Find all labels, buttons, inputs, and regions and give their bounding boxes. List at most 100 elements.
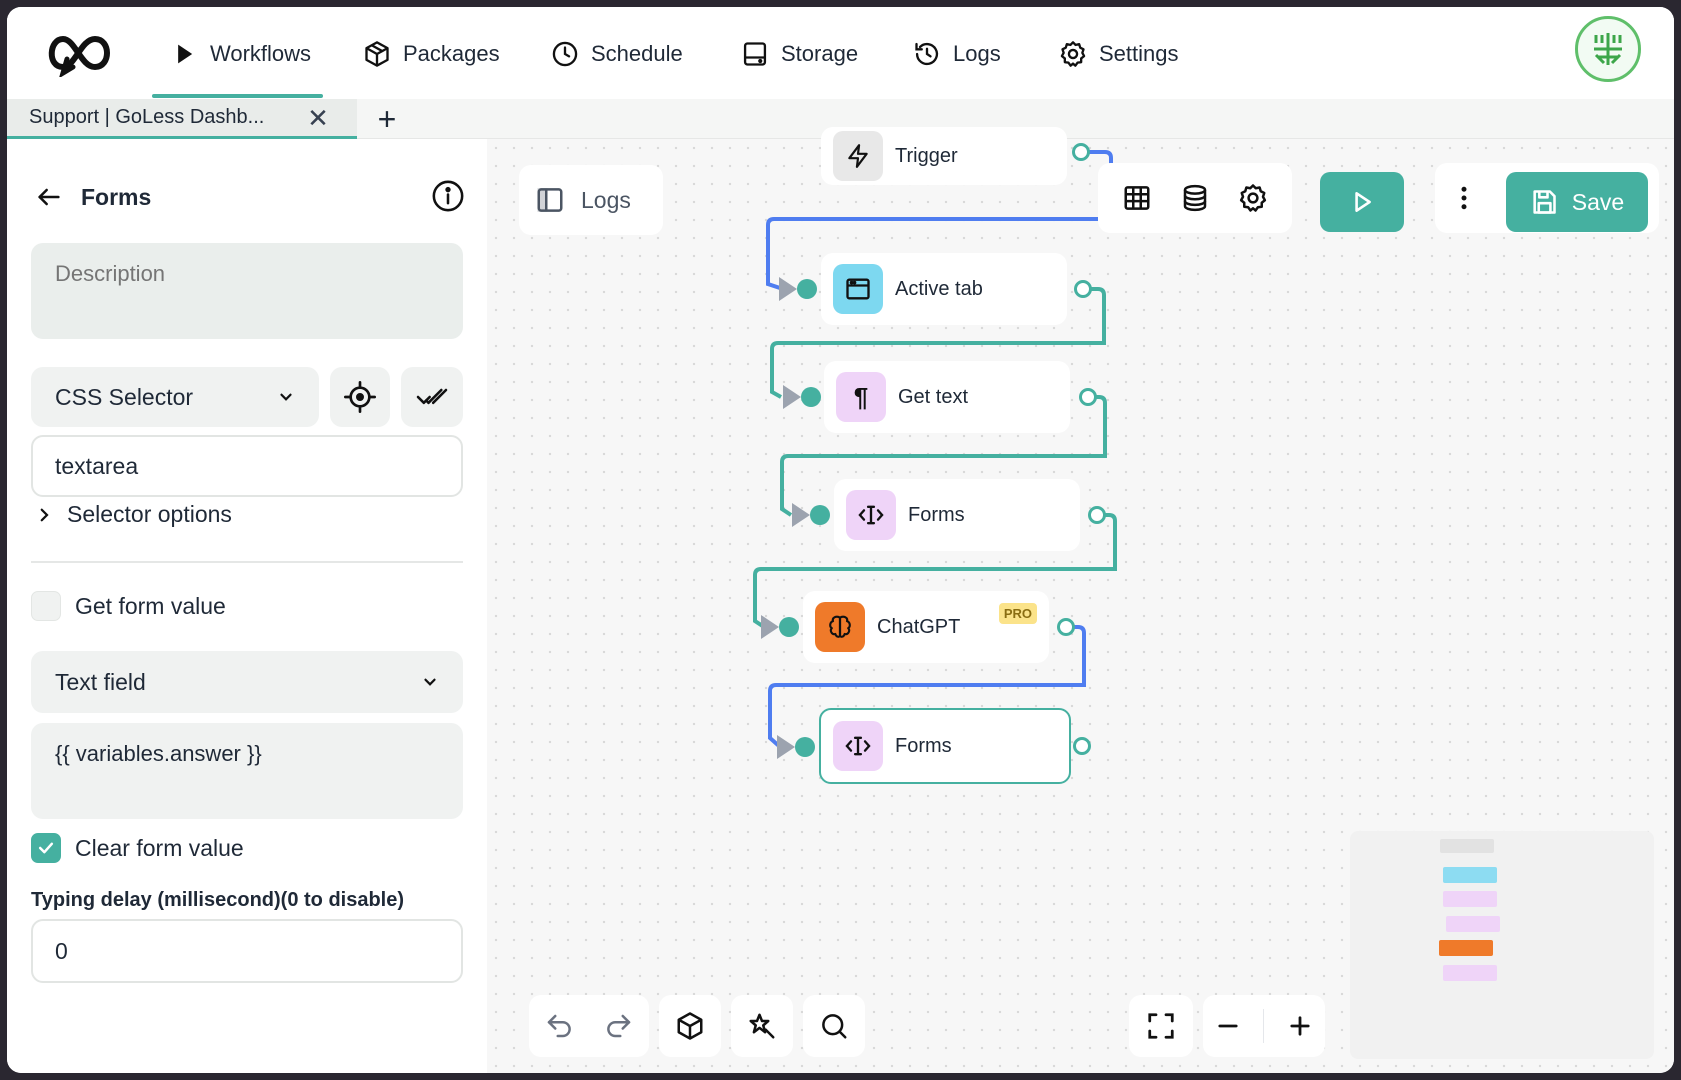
- browser-window-icon: [846, 278, 870, 300]
- app-window: Workflows Packages Schedule Storage Logs…: [7, 7, 1674, 1073]
- trigger-node-icon: [833, 131, 883, 181]
- logs-toggle-label: Logs: [581, 186, 631, 213]
- node-get-text[interactable]: ¶ Get text: [824, 361, 1070, 433]
- gear-icon: [1060, 41, 1086, 67]
- storage-icon: [743, 42, 767, 66]
- info-icon[interactable]: [431, 179, 465, 213]
- minimap-node-active-tab: [1443, 867, 1497, 883]
- add-tab-button[interactable]: +: [369, 101, 405, 137]
- nav-storage[interactable]: Storage: [741, 37, 858, 71]
- app-logo[interactable]: [41, 29, 117, 77]
- field-type-select[interactable]: Text field: [31, 651, 463, 713]
- text-cursor-input-icon: [845, 736, 871, 756]
- minimap-node-forms-selected: [1443, 965, 1497, 981]
- description-textarea[interactable]: [31, 243, 463, 339]
- search-blocks-button[interactable]: [803, 995, 865, 1057]
- minimap-node-forms: [1446, 916, 1500, 932]
- database-icon[interactable]: [1180, 183, 1210, 213]
- nav-packages-label: Packages: [403, 41, 500, 66]
- get-text-input-port[interactable]: [801, 387, 821, 407]
- auto-arrange-button[interactable]: [731, 995, 793, 1057]
- node-active-tab[interactable]: Active tab: [821, 253, 1067, 325]
- package-action-button[interactable]: [659, 995, 721, 1057]
- nav-active-indicator: [152, 94, 323, 98]
- close-tab-icon[interactable]: ✕: [303, 103, 333, 133]
- element-picker-button[interactable]: [330, 367, 390, 427]
- zoom-out-icon[interactable]: [1214, 1012, 1242, 1040]
- text-cursor-input-icon: [858, 505, 884, 525]
- node-forms-selected[interactable]: Forms: [819, 708, 1071, 784]
- get-text-node-icon: ¶: [836, 372, 886, 422]
- forms-input-port[interactable]: [810, 505, 830, 525]
- minimap-node-chatgpt: [1439, 940, 1493, 956]
- forms-selected-output-port[interactable]: [1073, 737, 1091, 755]
- fullscreen-icon: [1148, 1013, 1174, 1039]
- nav-packages[interactable]: Packages: [363, 37, 500, 71]
- avatar-pattern-icon: [1594, 33, 1622, 65]
- zoom-divider: [1263, 1009, 1265, 1043]
- redo-icon[interactable]: [604, 1011, 634, 1041]
- table-icon[interactable]: [1122, 183, 1152, 213]
- form-value-text: {{ variables.answer }}: [55, 741, 262, 766]
- trigger-output-port[interactable]: [1072, 143, 1090, 161]
- verify-selector-button[interactable]: [401, 367, 463, 427]
- typing-delay-input[interactable]: 0: [31, 919, 463, 983]
- chevron-right-icon: [40, 508, 49, 521]
- sidebar-panel-icon: [537, 188, 563, 212]
- top-navigation: Workflows Packages Schedule Storage Logs…: [7, 7, 1674, 99]
- panel-header: Forms: [35, 177, 465, 217]
- node-forms[interactable]: Forms: [834, 479, 1080, 551]
- node-chatgpt[interactable]: ChatGPT PRO: [803, 591, 1049, 663]
- typing-delay-label: Typing delay (millisecond)(0 to disable): [31, 889, 405, 911]
- nav-workflows[interactable]: Workflows: [170, 37, 311, 71]
- zoom-in-icon[interactable]: [1286, 1012, 1314, 1040]
- nav-logs[interactable]: Logs: [913, 37, 1001, 71]
- get-form-value-checkbox[interactable]: [31, 591, 61, 621]
- play-icon: [178, 44, 193, 64]
- forms-output-port[interactable]: [1088, 506, 1106, 524]
- selector-input[interactable]: textarea: [31, 435, 463, 497]
- forms-node-icon: [846, 490, 896, 540]
- get-form-value-label: Get form value: [75, 592, 226, 619]
- workflow-toolbar: [1098, 163, 1292, 233]
- forms-selected-input-port[interactable]: [795, 737, 815, 757]
- node-trigger[interactable]: Trigger: [821, 127, 1067, 185]
- chatgpt-output-port[interactable]: [1057, 618, 1075, 636]
- chatgpt-input-port[interactable]: [779, 617, 799, 637]
- fit-view-button[interactable]: [1129, 995, 1193, 1057]
- more-vertical-icon[interactable]: [1449, 183, 1479, 213]
- get-text-output-port[interactable]: [1079, 388, 1097, 406]
- node-trigger-label: Trigger: [895, 144, 958, 167]
- play-outline-icon: [1355, 192, 1371, 212]
- lightning-icon: [848, 144, 868, 168]
- selector-options-toggle[interactable]: Selector options: [35, 501, 232, 528]
- node-forms-label: Forms: [908, 503, 965, 526]
- nav-schedule[interactable]: Schedule: [551, 37, 683, 71]
- run-workflow-button[interactable]: [1320, 172, 1404, 232]
- settings-gear-icon[interactable]: [1238, 183, 1268, 213]
- get-form-value-row[interactable]: Get form value: [31, 591, 226, 621]
- clear-form-value-row[interactable]: Clear form value: [31, 833, 244, 863]
- minimap-node-get-text: [1443, 891, 1497, 907]
- forms-selected-node-icon: [833, 721, 883, 771]
- active-tab-input-port[interactable]: [797, 279, 817, 299]
- nav-settings[interactable]: Settings: [1059, 37, 1179, 71]
- selector-options-label: Selector options: [67, 501, 232, 527]
- floppy-disk-icon: [1533, 190, 1556, 214]
- user-avatar[interactable]: [1575, 16, 1641, 82]
- typing-delay-value: 0: [55, 937, 68, 964]
- workflow-minimap[interactable]: [1350, 831, 1654, 1059]
- active-tab-output-port[interactable]: [1074, 280, 1092, 298]
- pro-badge: PRO: [998, 603, 1037, 624]
- save-button[interactable]: Save: [1506, 172, 1648, 232]
- package-icon: [677, 1012, 703, 1040]
- node-chatgpt-label: ChatGPT: [877, 615, 961, 638]
- form-value-textarea[interactable]: {{ variables.answer }}: [31, 723, 463, 819]
- workflow-tab[interactable]: Support | GoLess Dashb... ✕: [7, 99, 357, 139]
- history-icon: [915, 42, 939, 66]
- logs-toggle[interactable]: Logs: [519, 165, 663, 235]
- selector-type-select[interactable]: CSS Selector: [31, 367, 319, 427]
- back-arrow-icon[interactable]: [35, 183, 63, 211]
- clear-form-value-checkbox[interactable]: [31, 833, 61, 863]
- undo-icon[interactable]: [544, 1011, 574, 1041]
